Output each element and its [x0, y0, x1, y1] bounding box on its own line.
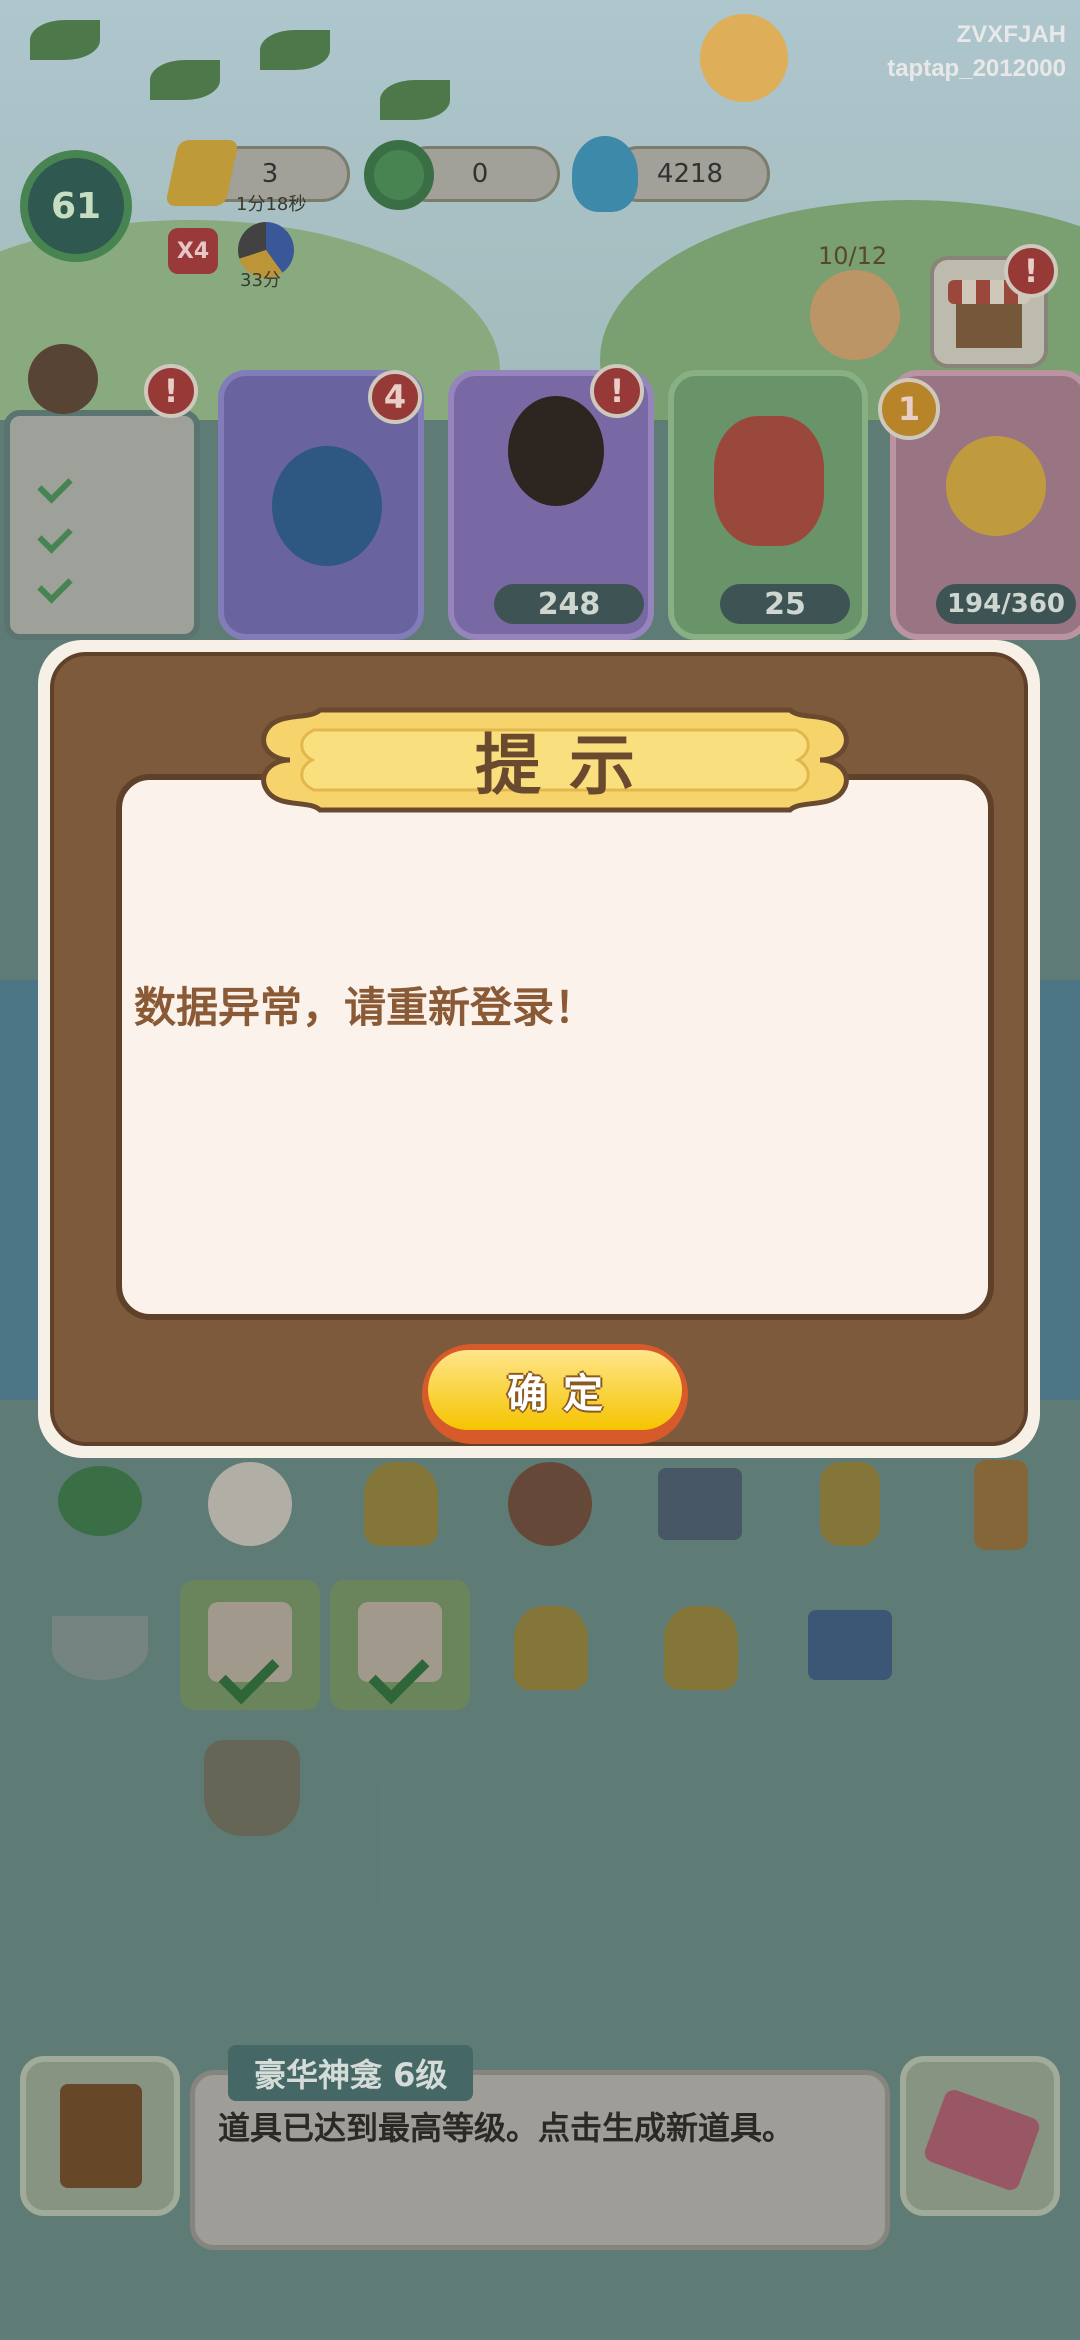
confirm-button-label: 确定 [428, 1350, 682, 1430]
title-plate-label: 提示 [250, 704, 860, 816]
dialog-message: 数据异常，请重新登录！ [134, 983, 597, 1032]
confirm-button[interactable]: 确定 [422, 1344, 688, 1444]
dialog-frame: 提示 数据异常，请重新登录！ 确定 [50, 652, 1028, 1446]
alert-dialog: 提示 数据异常，请重新登录！ 确定 [38, 640, 1040, 1458]
dialog-body [116, 774, 994, 1320]
dialog-title: 提示 [475, 727, 663, 804]
